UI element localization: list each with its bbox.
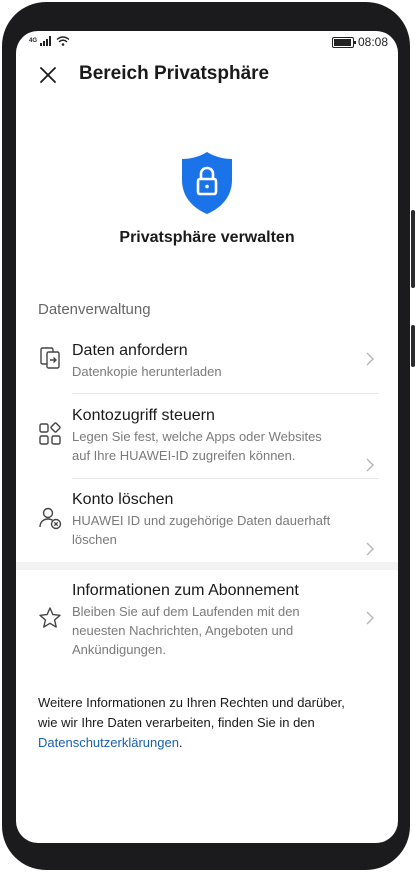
- wifi-icon: [56, 36, 70, 46]
- chevron-right-icon: [366, 611, 374, 625]
- volume-button: [411, 210, 415, 288]
- apps-grid-icon: [39, 422, 61, 445]
- item-subtitle-line: Legen Sie fest, welche Apps oder Website…: [72, 429, 322, 444]
- section-title: Datenverwaltung: [38, 301, 151, 318]
- item-text: Konto löschen HUAWEI ID und zugehörige D…: [72, 490, 354, 549]
- status-left: 4G: [29, 36, 70, 46]
- item-title: Informationen zum Abonnement: [72, 582, 299, 599]
- status-bar: 4G 08:08: [16, 31, 398, 55]
- list-item-subscription-info[interactable]: Informationen zum Abonnement Bleiben Sie…: [16, 581, 398, 661]
- footer-link-line: Datenschutzerklärungen.: [38, 733, 383, 753]
- item-subtitle-line: Ankündigungen.: [72, 642, 166, 657]
- divider: [72, 393, 378, 394]
- chevron-right-icon: [366, 352, 374, 366]
- chevron-right-icon: [366, 458, 374, 472]
- signal-icon: [40, 36, 52, 46]
- status-right: 08:08: [331, 35, 388, 49]
- data-request-icon: [40, 347, 60, 369]
- item-subtitle-line: HUAWEI ID und zugehörige Daten dauerhaft: [72, 513, 331, 528]
- list-item-request-data[interactable]: Daten anfordern Datenkopie herunterladen: [16, 341, 398, 391]
- close-icon: [40, 67, 56, 83]
- close-button[interactable]: [34, 61, 62, 89]
- status-time: 08:08: [357, 35, 388, 49]
- list-item-delete-account[interactable]: Konto löschen HUAWEI ID und zugehörige D…: [16, 490, 398, 558]
- star-icon: [39, 607, 61, 628]
- network-type: 4G: [29, 38, 38, 44]
- privacy-footer-text: Weitere Informationen zu Ihren Rechten u…: [38, 693, 383, 753]
- footer-text-line: wie wir Ihre Daten verarbeiten, finden S…: [38, 715, 315, 730]
- item-subtitle-line: Bleiben Sie auf dem Laufenden mit den: [72, 604, 300, 619]
- item-text: Daten anfordern Datenkopie herunterladen: [72, 341, 354, 381]
- privacy-statements-link[interactable]: Datenschutzerklärungen: [38, 735, 179, 750]
- item-subtitle-line: löschen: [72, 532, 117, 547]
- item-title: Kontozugriff steuern: [72, 407, 215, 424]
- item-subtitle: Legen Sie fest, welche Apps oder Website…: [72, 427, 354, 465]
- delete-account-icon: [39, 507, 62, 530]
- item-title: Daten anfordern: [72, 342, 188, 359]
- footer-text-line: Weitere Informationen zu Ihren Rechten u…: [38, 695, 345, 710]
- item-subtitle: Bleiben Sie auf dem Laufenden mit den ne…: [72, 602, 354, 659]
- battery-icon: [331, 36, 356, 48]
- section-divider: [16, 562, 398, 570]
- list-item-account-access[interactable]: Kontozugriff steuern Legen Sie fest, wel…: [16, 406, 398, 474]
- item-subtitle: Datenkopie herunterladen: [72, 364, 222, 379]
- item-text: Kontozugriff steuern Legen Sie fest, wel…: [72, 406, 354, 465]
- app-header: Bereich Privatsphäre: [16, 55, 398, 95]
- page-title: Bereich Privatsphäre: [79, 63, 270, 84]
- footer-suffix: .: [178, 735, 183, 750]
- divider: [72, 478, 378, 479]
- chevron-right-icon: [366, 542, 374, 556]
- item-subtitle-line: auf Ihre HUAWEI-ID zugreifen können.: [72, 448, 296, 463]
- power-button: [411, 325, 415, 367]
- item-text: Informationen zum Abonnement Bleiben Sie…: [72, 581, 354, 659]
- shield-lock-icon: [182, 152, 232, 214]
- item-title: Konto löschen: [72, 491, 174, 508]
- hero-title: Privatsphäre verwalten: [119, 229, 295, 246]
- phone-device: 4G 08:08 Bereich Privatsphäre Privatsphä…: [0, 0, 416, 873]
- item-subtitle: HUAWEI ID und zugehörige Daten dauerhaft…: [72, 511, 354, 549]
- screen: 4G 08:08 Bereich Privatsphäre Privatsphä…: [16, 31, 398, 843]
- item-subtitle-line: neuesten Nachrichten, Angeboten und: [72, 623, 294, 638]
